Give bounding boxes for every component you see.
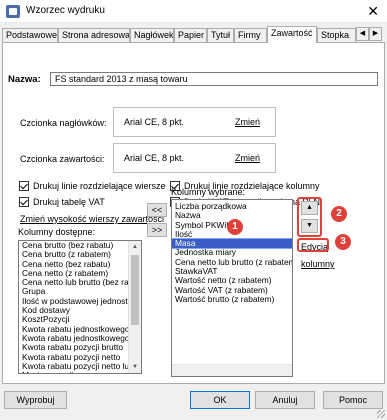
dialog-footer: Wyprobuj OK Anuluj Pomoc bbox=[0, 384, 387, 420]
tab-content-panel: Nazwa: FS standard 2013 z masą towaru Cz… bbox=[2, 42, 385, 384]
tab-podstawowe[interactable]: Podstawowe bbox=[2, 28, 58, 42]
available-columns-list[interactable]: Cena brutto (bez rabatu) Cena brutto (z r… bbox=[18, 240, 142, 374]
tab-papier[interactable]: Papier bbox=[174, 28, 207, 42]
vat-table-label: Drukuj tabelę VAT bbox=[33, 197, 105, 207]
tab-naglowek[interactable]: Nagłówek bbox=[130, 28, 174, 42]
header-font-box: Arial CE, 8 pkt. Zmień bbox=[113, 107, 276, 137]
name-label: Nazwa: bbox=[8, 74, 41, 85]
selected-columns-label: Kolumny wybrane: bbox=[171, 187, 246, 197]
app-icon bbox=[6, 5, 20, 18]
tab-strona-adresowa[interactable]: Strona adresowa bbox=[58, 28, 130, 42]
close-icon[interactable]: ✕ bbox=[367, 3, 379, 19]
row-height-link[interactable]: Zmień wysokość wierszy zawartości bbox=[20, 214, 164, 224]
selected-hscroll[interactable] bbox=[172, 364, 292, 376]
move-right-button[interactable]: >> bbox=[147, 223, 167, 237]
cancel-button[interactable]: Anuluj bbox=[255, 391, 315, 409]
title-bar: Wzorzec wydruku ✕ bbox=[0, 0, 387, 23]
tab-scroll-right-icon[interactable]: ▶ bbox=[369, 27, 382, 41]
row-lines-label: Drukuj linie rozdzielające wiersze bbox=[33, 181, 166, 191]
move-left-button[interactable]: << bbox=[147, 203, 167, 217]
callout-badge-3: 3 bbox=[335, 234, 351, 250]
header-font-label: Czcionka nagłówków: bbox=[20, 118, 107, 128]
header-font-change-link[interactable]: Zmień bbox=[235, 117, 260, 127]
tab-zawartosc[interactable]: Zawartość bbox=[267, 26, 317, 43]
tab-stopka[interactable]: Stopka bbox=[317, 28, 356, 42]
ok-button[interactable]: OK bbox=[190, 391, 250, 409]
list-item[interactable]: Wartość brutto (z rabatem) bbox=[172, 294, 292, 304]
tab-firmy[interactable]: Firmy bbox=[234, 28, 267, 42]
row-lines-checkbox[interactable] bbox=[19, 181, 29, 191]
window-title: Wzorzec wydruku bbox=[26, 5, 105, 16]
content-font-label: Czcionka zawartości: bbox=[20, 154, 105, 164]
order-buttons-highlight bbox=[297, 197, 322, 237]
content-font-change-link[interactable]: Zmień bbox=[235, 153, 260, 163]
scroll-up-icon[interactable]: ▲ bbox=[129, 241, 141, 253]
tab-scroll-arrows: ◀ ▶ bbox=[356, 27, 384, 42]
selected-items-container: Liczba porządkowa Nazwa Symbol PKWiU Ilość M… bbox=[172, 200, 292, 304]
callout-badge-1: 1 bbox=[227, 219, 243, 235]
try-print-button[interactable]: Wyprobuj bbox=[4, 391, 67, 409]
edit-column-link-2[interactable]: kolumny bbox=[301, 259, 335, 269]
tab-tytul[interactable]: Tytuł bbox=[207, 28, 234, 42]
tab-scroll-left-icon[interactable]: ◀ bbox=[356, 27, 369, 41]
content-font-value: Arial CE, 8 pkt. bbox=[124, 153, 185, 163]
scroll-down-icon[interactable]: ▼ bbox=[129, 361, 141, 373]
scroll-thumb[interactable] bbox=[131, 255, 139, 325]
header-font-value: Arial CE, 8 pkt. bbox=[124, 117, 185, 127]
edit-link-highlight bbox=[297, 238, 329, 252]
content-font-box: Arial CE, 8 pkt. Zmień bbox=[113, 143, 276, 173]
help-button[interactable]: Pomoc bbox=[323, 391, 383, 409]
available-vscroll[interactable]: ▲ ▼ bbox=[128, 241, 141, 373]
available-columns-label: Kolumny dostępne: bbox=[18, 227, 96, 237]
list-item[interactable]: Marża pozycji bbox=[19, 370, 141, 373]
tab-strip: Podstawowe Strona adresowa Nagłówek Papi… bbox=[0, 26, 387, 43]
name-field[interactable]: FS standard 2013 z masą towaru bbox=[50, 72, 378, 86]
callout-badge-2: 2 bbox=[331, 206, 347, 222]
vat-table-checkbox[interactable] bbox=[19, 197, 29, 207]
resize-grip-icon[interactable] bbox=[377, 410, 385, 418]
available-items-container: Cena brutto (bez rabatu) Cena brutto (z r… bbox=[19, 241, 141, 373]
